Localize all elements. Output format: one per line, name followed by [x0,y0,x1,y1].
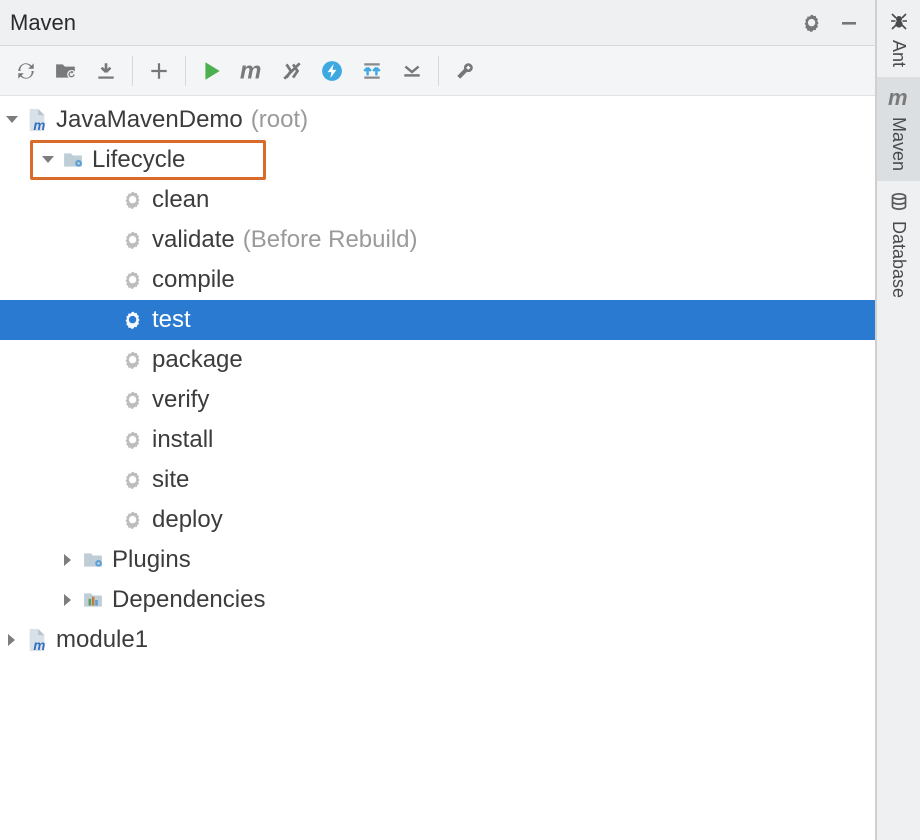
chevron-down-icon[interactable] [4,112,20,128]
chevron-down-icon[interactable] [40,152,56,168]
gear-icon [118,229,148,251]
lifecycle-goal-label: validate [152,226,235,254]
lifecycle-goal-label: compile [152,266,235,294]
lifecycle-goals-list: clean validate (Before Rebuild) compile test… [0,180,875,540]
gear-icon [118,469,148,491]
lifecycle-goal-compile[interactable]: compile [0,260,875,300]
lifecycle-goal-clean[interactable]: clean [0,180,875,220]
show-diagram-button[interactable] [352,51,392,91]
tab-maven[interactable]: Maven [877,77,920,181]
lifecycle-goal-validate[interactable]: validate (Before Rebuild) [0,220,875,260]
plugins-label: Plugins [112,546,191,574]
tree-module1-node[interactable]: module1 [0,620,875,660]
maven-module-icon [22,629,52,651]
lifecycle-goal-install[interactable]: install [0,420,875,460]
gear-icon [118,509,148,531]
lifecycle-goal-site[interactable]: site [0,460,875,500]
project-suffix: (root) [251,106,308,134]
tab-maven-label: Maven [888,111,909,181]
gear-icon[interactable] [801,12,823,34]
folder-gear-icon [58,150,88,170]
chevron-right-icon[interactable] [60,592,76,608]
toolbar [0,46,875,96]
lifecycle-goal-label: test [152,306,191,334]
reload-button[interactable] [6,51,46,91]
lifecycle-goal-label: install [152,426,213,454]
lifecycle-goal-label: deploy [152,506,223,534]
gear-icon [118,389,148,411]
lifecycle-goal-label: site [152,466,189,494]
tree-dependencies-node[interactable]: Dependencies [0,580,875,620]
lifecycle-goal-label: verify [152,386,209,414]
chevron-right-icon[interactable] [60,552,76,568]
execute-goal-button[interactable] [232,51,272,91]
tab-database-label: Database [888,215,909,308]
maven-panel: Maven [0,0,876,840]
minimize-icon[interactable] [839,13,859,33]
tab-ant[interactable]: Ant [877,0,920,77]
tree-plugins-node[interactable]: Plugins [0,540,875,580]
chevron-right-icon[interactable] [4,632,20,648]
right-tool-strip: Ant Maven Database [876,0,920,840]
gear-icon [118,269,148,291]
lifecycle-goal-test[interactable]: test [0,300,875,340]
lifecycle-goal-package[interactable]: package [0,340,875,380]
dependencies-label: Dependencies [112,586,265,614]
panel-title: Maven [10,10,801,36]
database-icon [889,189,909,215]
project-name: JavaMavenDemo [56,106,243,134]
download-sources-button[interactable] [86,51,126,91]
lifecycle-goal-deploy[interactable]: deploy [0,500,875,540]
maven-m-icon [888,85,910,111]
lifecycle-goal-hint: (Before Rebuild) [243,226,418,254]
toggle-offline-button[interactable] [312,51,352,91]
gear-icon [118,349,148,371]
lifecycle-goal-label: package [152,346,243,374]
gear-icon [118,429,148,451]
toggle-skip-tests-button[interactable] [272,51,312,91]
tab-ant-label: Ant [888,34,909,77]
folder-gear-icon [78,550,108,570]
ant-icon [889,8,909,34]
gear-icon [118,189,148,211]
maven-tree[interactable]: JavaMavenDemo (root) Lifecycle clean vali… [0,96,875,840]
tree-lifecycle-node[interactable]: Lifecycle [30,140,266,180]
lifecycle-goal-label: clean [152,186,209,214]
lifecycle-label: Lifecycle [92,146,185,174]
lifecycle-goal-verify[interactable]: verify [0,380,875,420]
dependencies-icon [78,590,108,610]
maven-settings-button[interactable] [445,51,485,91]
tree-project-root[interactable]: JavaMavenDemo (root) [0,100,875,140]
module-name: module1 [56,626,148,654]
collapse-all-button[interactable] [392,51,432,91]
maven-module-icon [22,109,52,131]
titlebar: Maven [0,0,875,46]
generate-sources-button[interactable] [46,51,86,91]
tab-database[interactable]: Database [877,181,920,308]
add-project-button[interactable] [139,51,179,91]
run-button[interactable] [192,51,232,91]
gear-icon [118,309,148,331]
